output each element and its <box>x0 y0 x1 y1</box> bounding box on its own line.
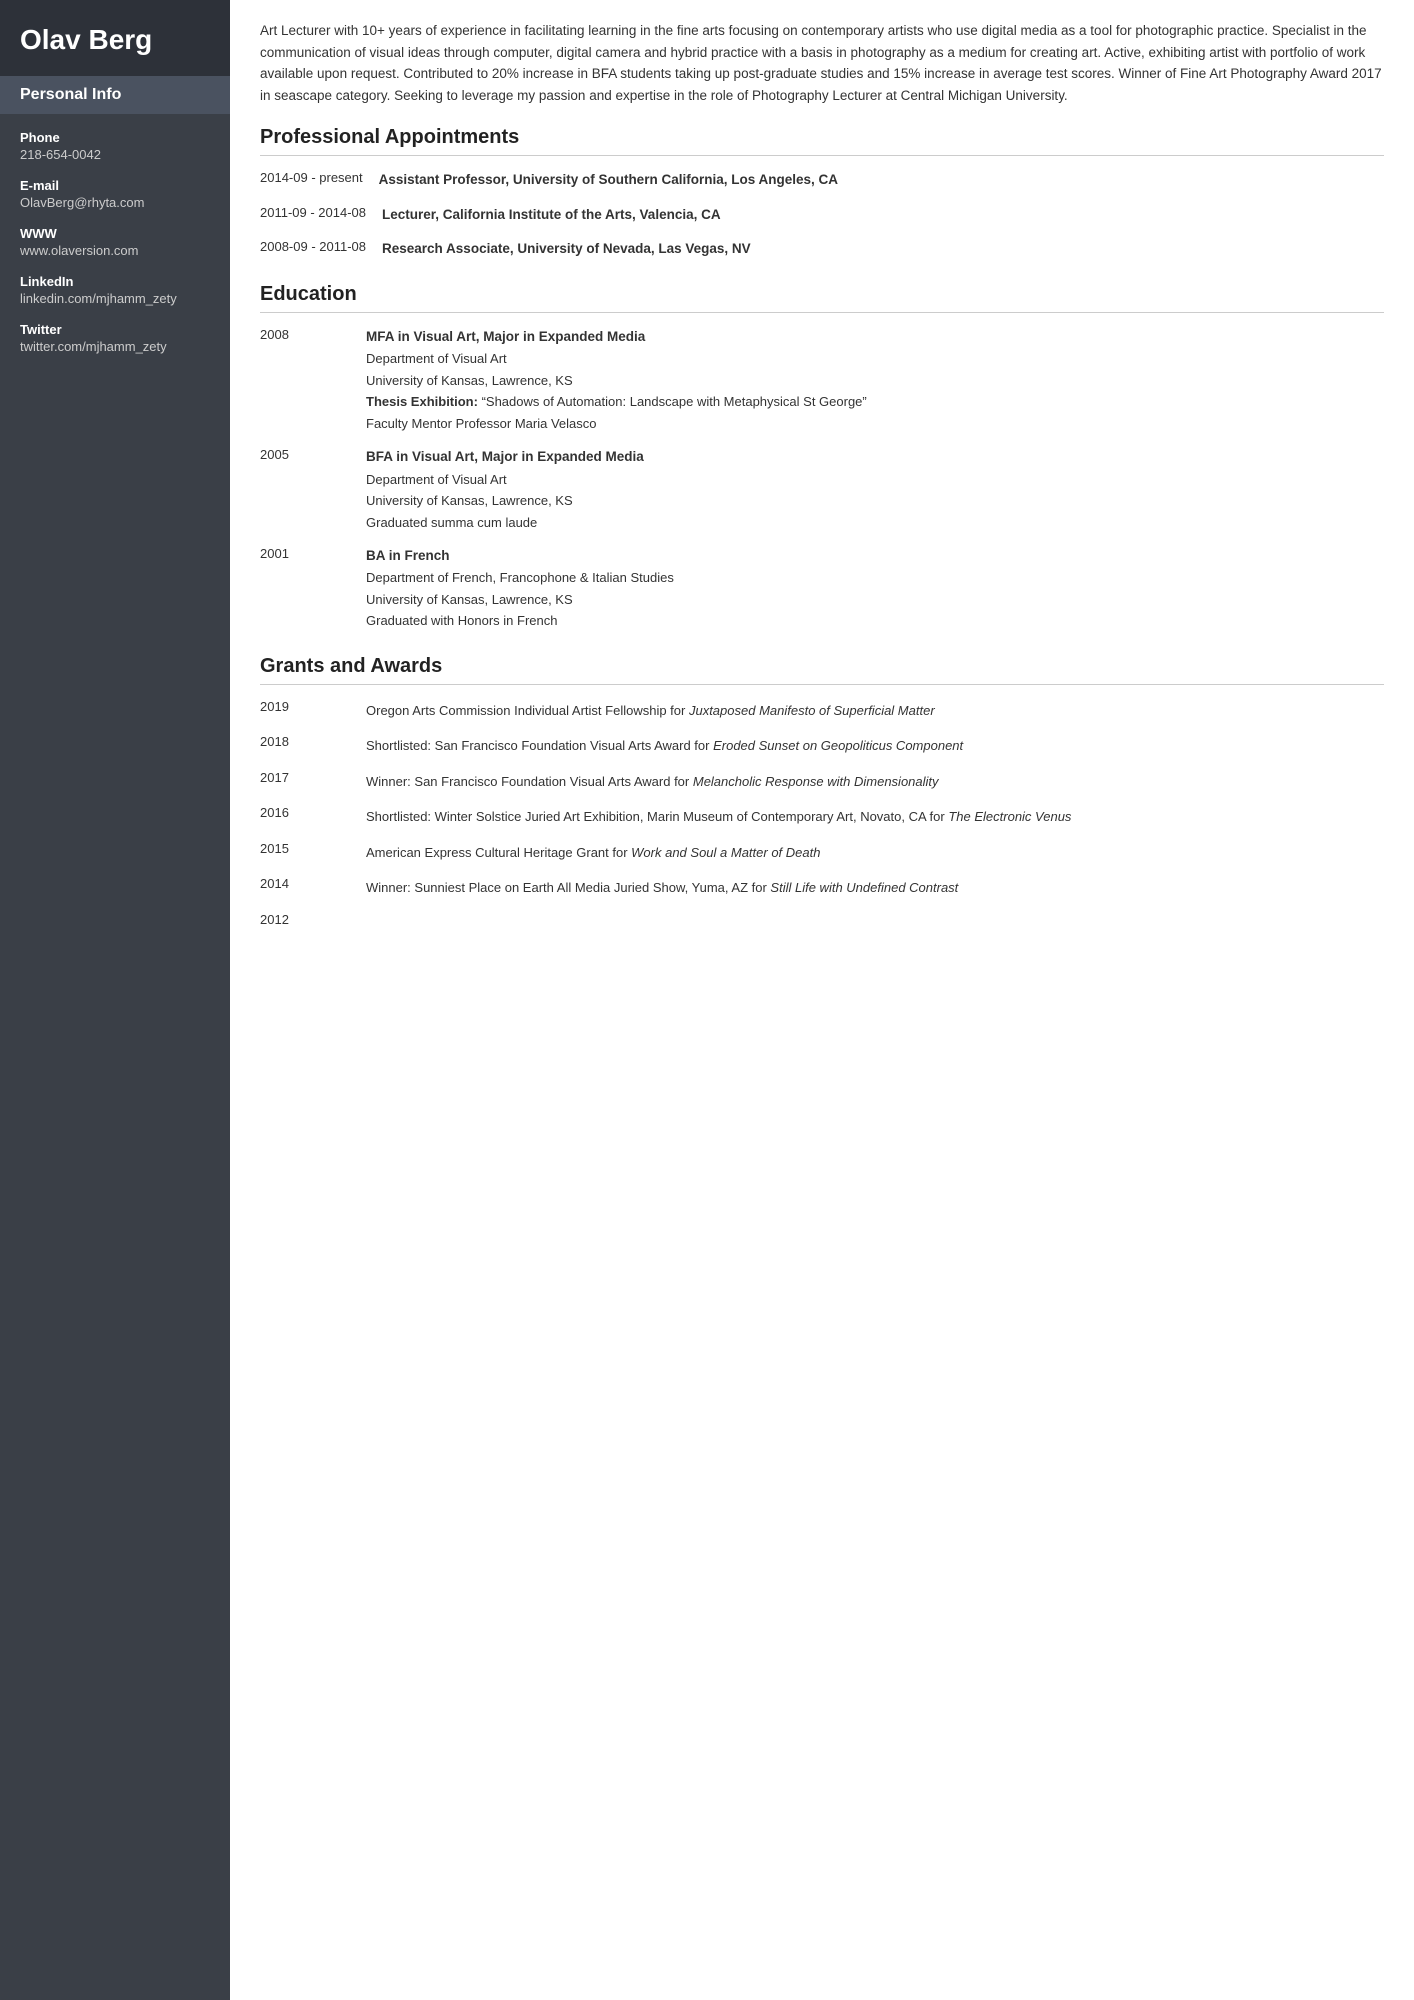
grants-section: Grants and Awards 2019 Oregon Arts Commi… <box>260 655 1384 927</box>
education-title: Education <box>260 283 1384 313</box>
entry-content: Winner: San Francisco Foundation Visual … <box>366 770 1384 792</box>
sidebar-info-item: Phone 218-654-0042 <box>20 130 210 162</box>
education-entry: 2001 BA in French Department of French, … <box>260 546 1384 631</box>
entry-detail: Department of Visual Art <box>366 470 1384 490</box>
personal-info-heading: Personal Info <box>0 76 230 114</box>
sidebar-info-label: LinkedIn <box>20 274 210 289</box>
grant-text: Winner: San Francisco Foundation Visual … <box>366 772 1384 792</box>
grant-text: Oregon Arts Commission Individual Artist… <box>366 701 1384 721</box>
sidebar-info-value: twitter.com/mjhamm_zety <box>20 339 210 354</box>
entry-date: 2014-09 - present <box>260 170 363 190</box>
entry-content: Research Associate, University of Nevada… <box>382 239 1384 259</box>
grant-entry: 2015 American Express Cultural Heritage … <box>260 841 1384 863</box>
entry-date: 2018 <box>260 734 350 756</box>
grants-title: Grants and Awards <box>260 655 1384 685</box>
entry-date: 2011-09 - 2014-08 <box>260 205 366 225</box>
entry-content: BA in French Department of French, Franc… <box>366 546 1384 631</box>
entry-detail: Department of Visual Art <box>366 349 1384 369</box>
sidebar: Olav Berg Personal Info Phone 218-654-00… <box>0 0 230 2000</box>
sidebar-info-item: LinkedIn linkedin.com/mjhamm_zety <box>20 274 210 306</box>
entry-title: Research Associate, University of Nevada… <box>382 239 1384 259</box>
entry-date: 2017 <box>260 770 350 792</box>
entry-content: Assistant Professor, University of South… <box>379 170 1384 190</box>
main-content: Art Lecturer with 10+ years of experienc… <box>230 0 1414 2000</box>
education-entry: 2008 MFA in Visual Art, Major in Expande… <box>260 327 1384 433</box>
appointments-section: Professional Appointments 2014-09 - pres… <box>260 126 1384 259</box>
entry-content: MFA in Visual Art, Major in Expanded Med… <box>366 327 1384 433</box>
entry-date: 2019 <box>260 699 350 721</box>
entry-title: MFA in Visual Art, Major in Expanded Med… <box>366 327 1384 347</box>
grant-text: Shortlisted: San Francisco Foundation Vi… <box>366 736 1384 756</box>
grant-text: Winner: Sunniest Place on Earth All Medi… <box>366 878 1384 898</box>
sidebar-info-value: OlavBerg@rhyta.com <box>20 195 210 210</box>
grant-entry: 2014 Winner: Sunniest Place on Earth All… <box>260 876 1384 898</box>
summary-text: Art Lecturer with 10+ years of experienc… <box>260 20 1384 106</box>
entry-detail: Graduated summa cum laude <box>366 513 1384 533</box>
grant-entry: 2016 Shortlisted: Winter Solstice Juried… <box>260 805 1384 827</box>
entry-detail: Department of French, Francophone & Ital… <box>366 568 1384 588</box>
entry-date: 2012 <box>260 912 350 927</box>
sidebar-info-item: Twitter twitter.com/mjhamm_zety <box>20 322 210 354</box>
entry-content: Winner: Sunniest Place on Earth All Medi… <box>366 876 1384 898</box>
grant-entry: 2017 Winner: San Francisco Foundation Vi… <box>260 770 1384 792</box>
entry-date: 2001 <box>260 546 350 631</box>
education-entry: 2005 BFA in Visual Art, Major in Expande… <box>260 447 1384 532</box>
grant-text: American Express Cultural Heritage Grant… <box>366 843 1384 863</box>
entry-detail: Graduated with Honors in French <box>366 611 1384 631</box>
sidebar-info-value: 218-654-0042 <box>20 147 210 162</box>
entry-detail: University of Kansas, Lawrence, KS <box>366 491 1384 511</box>
entry-content: Lecturer, California Institute of the Ar… <box>382 205 1384 225</box>
entry-detail: University of Kansas, Lawrence, KS <box>366 371 1384 391</box>
appointment-entry: 2014-09 - present Assistant Professor, U… <box>260 170 1384 190</box>
entry-content: Shortlisted: San Francisco Foundation Vi… <box>366 734 1384 756</box>
sidebar-info-label: Twitter <box>20 322 210 337</box>
entry-detail: Faculty Mentor Professor Maria Velasco <box>366 414 1384 434</box>
grant-entry: 2019 Oregon Arts Commission Individual A… <box>260 699 1384 721</box>
grant-entry: 2018 Shortlisted: San Francisco Foundati… <box>260 734 1384 756</box>
grant-text: Shortlisted: Winter Solstice Juried Art … <box>366 807 1384 827</box>
entry-date: 2008-09 - 2011-08 <box>260 239 366 259</box>
appointment-entry: 2008-09 - 2011-08 Research Associate, Un… <box>260 239 1384 259</box>
entry-date: 2015 <box>260 841 350 863</box>
sidebar-info-value: www.olaversion.com <box>20 243 210 258</box>
entry-date: 2005 <box>260 447 350 532</box>
sidebar-info-value: linkedin.com/mjhamm_zety <box>20 291 210 306</box>
sidebar-info-item: E-mail OlavBerg@rhyta.com <box>20 178 210 210</box>
appointment-entry: 2011-09 - 2014-08 Lecturer, California I… <box>260 205 1384 225</box>
education-section: Education 2008 MFA in Visual Art, Major … <box>260 283 1384 631</box>
entry-detail: Thesis Exhibition: “Shadows of Automatio… <box>366 392 1384 412</box>
entry-title: Assistant Professor, University of South… <box>379 170 1384 190</box>
entry-content: Oregon Arts Commission Individual Artist… <box>366 699 1384 721</box>
sidebar-info-label: Phone <box>20 130 210 145</box>
entry-content <box>366 912 1384 927</box>
entry-date: 2008 <box>260 327 350 433</box>
sidebar-info-label: WWW <box>20 226 210 241</box>
entry-title: Lecturer, California Institute of the Ar… <box>382 205 1384 225</box>
candidate-name: Olav Berg <box>0 0 230 76</box>
sidebar-info-label: E-mail <box>20 178 210 193</box>
entry-date: 2014 <box>260 876 350 898</box>
appointments-title: Professional Appointments <box>260 126 1384 156</box>
entry-title: BA in French <box>366 546 1384 566</box>
entry-title: BFA in Visual Art, Major in Expanded Med… <box>366 447 1384 467</box>
entry-detail: University of Kansas, Lawrence, KS <box>366 590 1384 610</box>
entry-content: American Express Cultural Heritage Grant… <box>366 841 1384 863</box>
entry-date: 2016 <box>260 805 350 827</box>
sidebar-info-item: WWW www.olaversion.com <box>20 226 210 258</box>
grant-entry: 2012 <box>260 912 1384 927</box>
personal-info-section: Phone 218-654-0042 E-mail OlavBerg@rhyta… <box>0 114 230 386</box>
entry-content: Shortlisted: Winter Solstice Juried Art … <box>366 805 1384 827</box>
entry-content: BFA in Visual Art, Major in Expanded Med… <box>366 447 1384 532</box>
